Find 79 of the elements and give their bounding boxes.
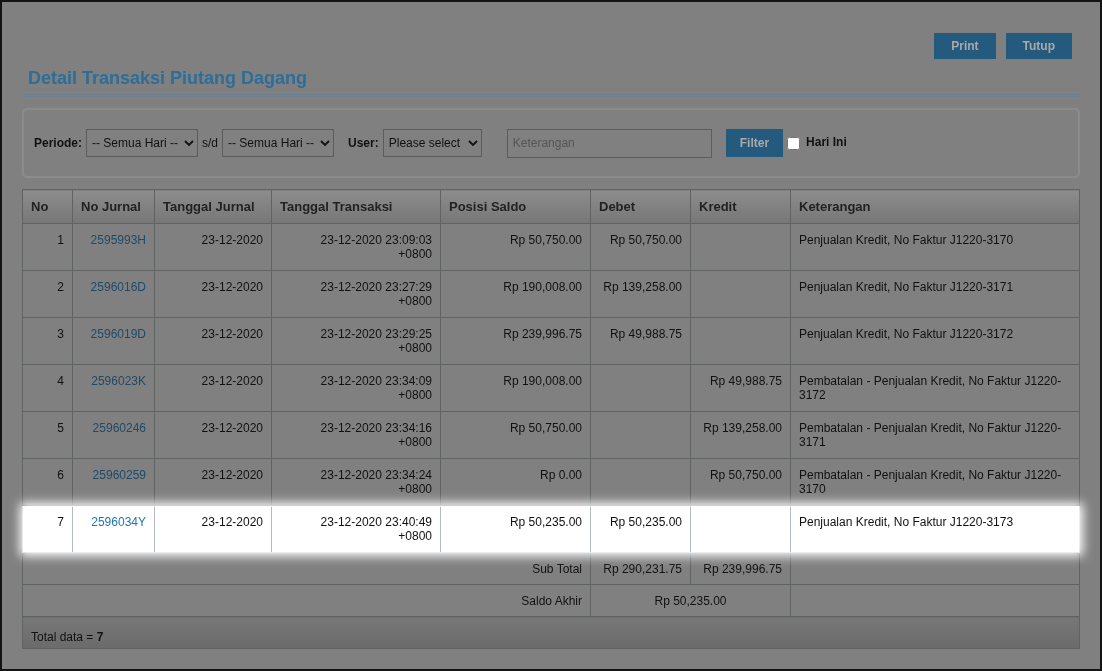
table-cell: 23-12-2020 [154, 223, 272, 271]
table-cell: 1 [22, 223, 73, 271]
table-cell: Penjualan Kredit, No Faktur J1220-3172 [790, 317, 1080, 365]
periode-label: Periode: [34, 136, 82, 150]
sub-total-label: Sub Total [22, 552, 591, 585]
table-cell-text: 23-12-2020 23:34:09 +0800 [319, 374, 432, 402]
table-cell: 4 [22, 364, 73, 412]
user-label: User: [348, 136, 379, 150]
table-cell-text: 23-12-2020 23:27:29 +0800 [319, 280, 432, 308]
table-cell-text: 23-12-2020 23:29:25 +0800 [319, 327, 432, 355]
table-cell: Pembatalan - Penjualan Kredit, No Faktur J1220-3171 [790, 411, 1080, 459]
table-cell: Rp 190,008.00 [440, 364, 591, 412]
journal-link[interactable]: 2596019D [90, 327, 146, 341]
chevron-icon [320, 140, 331, 146]
table-cell-text: 23-12-2020 23:34:16 +0800 [319, 421, 432, 449]
table-cell: 3 [22, 317, 73, 365]
table-cell: Penjualan Kredit, No Faktur J1220-3170 [790, 223, 1080, 271]
table-cell: Rp 50,750.00 [690, 458, 791, 506]
table-cell: Rp 239,996.75 [440, 317, 591, 365]
table-cell: Rp 50,750.00 [440, 411, 591, 459]
page-title: Detail Transaksi Piutang Dagang [22, 68, 1080, 97]
toolbar-button[interactable]: Print [934, 33, 996, 59]
column-header: Keterangan [790, 189, 1080, 224]
journal-link[interactable]: 2595993H [90, 233, 146, 247]
column-header: Kredit [690, 189, 791, 224]
table-cell-text: 23-12-2020 23:40:49 +0800 [319, 515, 432, 543]
table-cell: Rp 190,008.00 [440, 270, 591, 318]
table-cell: 2 [22, 270, 73, 318]
table-cell: Rp 50,750.00 [590, 223, 691, 271]
saldo-akhir-label: Saldo Akhir [22, 584, 591, 617]
toolbar-button[interactable]: Tutup [1005, 33, 1072, 59]
column-header: Tanggal Transaksi [271, 189, 441, 224]
column-header: No [22, 189, 73, 224]
journal-link[interactable]: 25960259 [92, 468, 146, 482]
user-select[interactable]: Please select [382, 129, 482, 157]
hari-ini-label: Hari Ini [806, 134, 847, 149]
journal-link[interactable]: 2596034Y [91, 515, 146, 529]
table-cell: Rp 139,258.00 [690, 411, 791, 459]
chevron-icon [184, 140, 194, 146]
range-separator: s/d [202, 136, 219, 150]
total-count: 7 [96, 630, 104, 644]
column-header: No Jurnal [72, 189, 155, 224]
journal-link[interactable]: 2596016D [90, 280, 146, 294]
table-cell: Rp 49,988.75 [590, 317, 691, 365]
journal-link[interactable]: 2596023K [91, 374, 146, 388]
table-cell: Rp 50,750.00 [440, 223, 591, 271]
table-cell: Rp 139,258.00 [590, 270, 691, 318]
table-cell: 5 [22, 411, 73, 459]
filter-button[interactable]: Filter [725, 129, 784, 157]
table-cell: Rp 0.00 [440, 458, 591, 506]
periode-to-select[interactable]: -- Semua Hari -- [222, 129, 335, 157]
chevron-icon [467, 140, 478, 146]
table-cell: Rp 50,235.00 [440, 505, 591, 553]
table-cell: Rp 239,996.75 [690, 552, 791, 585]
table-cell: Penjualan Kredit, No Faktur J1220-3173 [790, 505, 1080, 553]
periode-from-select[interactable]: -- Semua Hari -- [86, 129, 198, 157]
table-cell: Rp 50,235.00 [590, 505, 691, 553]
table-cell: Pembatalan - Penjualan Kredit, No Faktur J1220-3172 [790, 364, 1080, 412]
table-cell: 23-12-2020 [154, 364, 272, 412]
total-label: Total data = [31, 630, 94, 644]
table-cell: 7 [22, 505, 73, 553]
column-header: Tanggal Jurnal [154, 189, 272, 224]
table-cell: 23-12-2020 [154, 458, 272, 506]
table-cell: 23-12-2020 [154, 317, 272, 365]
table-cell-text: 23-12-2020 23:09:03 +0800 [319, 233, 432, 261]
journal-link[interactable]: 25960246 [92, 421, 146, 435]
table-cell: 23-12-2020 [154, 270, 272, 318]
table-cell: Rp 290,231.75 [590, 552, 691, 585]
table-cell: Penjualan Kredit, No Faktur J1220-3171 [790, 270, 1080, 318]
table-cell: 6 [22, 458, 73, 506]
column-header: Posisi Saldo [440, 189, 591, 224]
table-cell: 23-12-2020 [154, 505, 272, 553]
table-cell: Rp 50,235.00 [590, 584, 791, 617]
table-cell: 23-12-2020 [154, 411, 272, 459]
column-header: Debet [590, 189, 691, 224]
table-cell: Rp 49,988.75 [690, 364, 791, 412]
table-cell: Pembatalan - Penjualan Kredit, No Faktur J1220-3170 [790, 458, 1080, 506]
table-cell-text: 23-12-2020 23:34:24 +0800 [319, 468, 432, 496]
hari-ini-checkbox[interactable] [787, 136, 801, 150]
